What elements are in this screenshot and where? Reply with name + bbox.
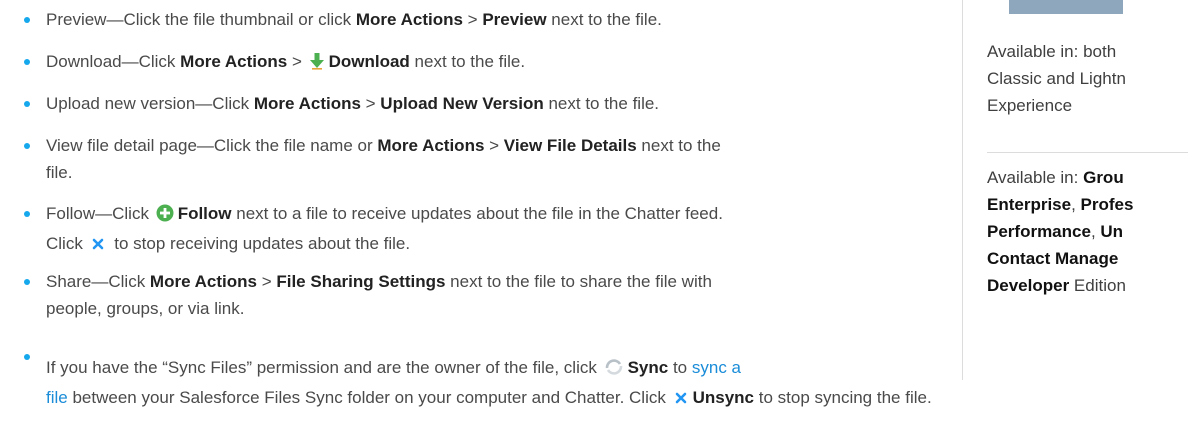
item-text: between your Salesforce Files Sync folde… — [67, 388, 671, 407]
edition-name: Developer — [987, 276, 1070, 295]
availability-text: Available in: both — [987, 42, 1117, 61]
bullet-dot — [24, 279, 30, 285]
bullet-dot — [24, 101, 30, 107]
follow-plus-icon[interactable] — [156, 203, 174, 230]
close-x-icon[interactable] — [90, 233, 106, 260]
edition-name: Grou — [1083, 168, 1124, 187]
item-text: to stop receiving updates about the file… — [109, 234, 411, 253]
bullet-dot — [24, 59, 30, 65]
item-text: next to the file. — [543, 94, 660, 113]
item-text: file. — [46, 163, 73, 182]
separator: > — [484, 136, 504, 155]
unsync-label: Unsync — [692, 388, 755, 407]
edition-name: Enterprise — [987, 195, 1072, 214]
separator: > — [360, 94, 381, 113]
separator: > — [462, 10, 483, 29]
item-text: Follow—Click — [46, 204, 154, 223]
availability-text: Classic and Lightn — [987, 69, 1126, 88]
bullet-dot — [24, 354, 30, 360]
item-text: Preview—Click the file thumbnail or clic… — [46, 10, 356, 29]
availability-text: Edition — [1069, 276, 1126, 295]
item-text: next to the — [636, 136, 721, 155]
download-icon — [309, 51, 325, 78]
item-text: to — [668, 358, 692, 377]
item-text: next to the file. — [546, 10, 662, 29]
more-actions-label: More Actions — [180, 52, 288, 71]
download-label: Download — [328, 52, 410, 71]
follow-label: Follow — [177, 204, 232, 223]
more-actions-label: More Actions — [253, 94, 361, 113]
sidebar-divider — [987, 152, 1188, 153]
list-item-share: Share—Click More Actions > File Sharing … — [24, 268, 712, 322]
view-file-details-label: View File Details — [503, 136, 637, 155]
sync-a-file-link-cont[interactable]: file — [46, 388, 68, 407]
unsync-x-icon[interactable] — [673, 387, 689, 414]
item-text: next to the file. — [409, 52, 526, 71]
item-text: next to a file to receive updates about … — [231, 204, 723, 223]
edition-name: Profes — [1080, 195, 1134, 214]
list-item-follow: Follow—Click Follow next to a file to re… — [24, 200, 723, 260]
edition-sidebar: Available in: both Classic and Lightn Ex… — [962, 0, 1188, 380]
separator: , — [1071, 195, 1081, 214]
sync-a-file-link[interactable]: sync a — [692, 358, 741, 377]
item-text: Download—Click — [46, 52, 181, 71]
item-text: If you have the “Sync Files” permission … — [46, 358, 602, 377]
edition-name: Performance — [987, 222, 1091, 241]
item-text: to stop syncing the file. — [754, 388, 932, 407]
list-item-view-details: View file detail page—Click the file nam… — [24, 132, 766, 186]
separator: > — [287, 52, 307, 71]
list-item-upload-version: Upload new version—Click More Actions > … — [24, 90, 660, 117]
availability-editions: Available in: Grou Enterprise, Profes Pe… — [987, 164, 1133, 299]
item-text: Share—Click — [46, 272, 150, 291]
preview-label: Preview — [482, 10, 547, 29]
availability-text: Available in: — [987, 168, 1084, 187]
more-actions-label: More Actions — [355, 10, 463, 29]
separator: > — [256, 272, 277, 291]
bullet-dot — [24, 211, 30, 217]
bullet-dot — [24, 17, 30, 23]
list-item-download: Download—Click More Actions > Download n… — [24, 48, 526, 78]
bullet-dot — [24, 143, 30, 149]
item-text: View file detail page—Click the file nam… — [46, 136, 378, 155]
availability-experience: Available in: both Classic and Lightn Ex… — [987, 38, 1126, 119]
item-text: next to the file to share the file with — [445, 272, 712, 291]
availability-text: Experience — [987, 96, 1073, 115]
sync-icon[interactable] — [604, 357, 624, 384]
more-actions-label: More Actions — [149, 272, 257, 291]
edition-name: Un — [1100, 222, 1124, 241]
item-text: Upload new version—Click — [46, 94, 254, 113]
more-actions-label: More Actions — [377, 136, 485, 155]
sync-label: Sync — [627, 358, 669, 377]
list-item-preview: Preview—Click the file thumbnail or clic… — [24, 6, 662, 33]
upload-new-version-label: Upload New Version — [380, 94, 544, 113]
edition-name: Contact Manage — [987, 249, 1119, 268]
file-sharing-settings-label: File Sharing Settings — [276, 272, 446, 291]
item-text: Click — [46, 234, 88, 253]
sidebar-header-bar — [1009, 0, 1123, 14]
item-text: people, groups, or via link. — [46, 299, 245, 318]
separator: , — [1090, 222, 1101, 241]
